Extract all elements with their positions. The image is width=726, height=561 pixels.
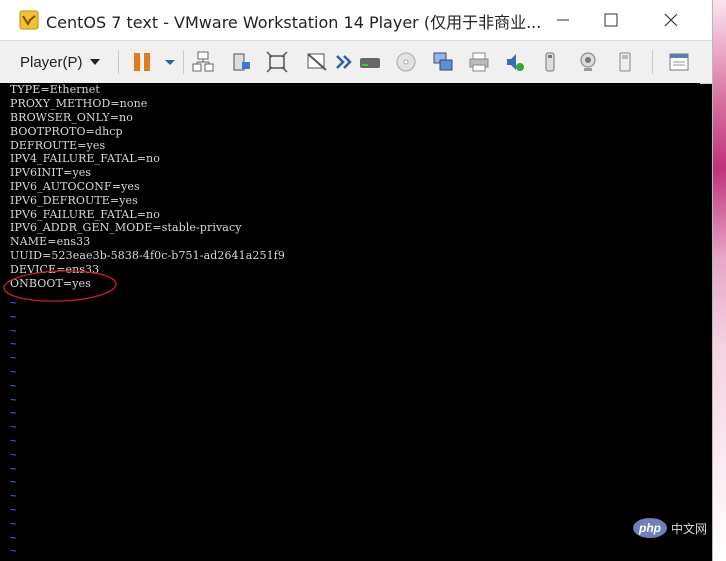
player-menu-label: Player(P): [20, 53, 83, 71]
vim-tilde-line: ~: [10, 323, 17, 337]
vim-tilde-line: ~: [10, 475, 17, 489]
file-line: IPV6_FAILURE_FATAL=no: [10, 208, 160, 221]
file-line: BOOTPROTO=dhcp: [10, 125, 123, 138]
sound-icon[interactable]: [503, 50, 527, 74]
cd-drive-icon[interactable]: [394, 50, 418, 74]
close-icon: [664, 13, 678, 27]
printer-icon[interactable]: [467, 50, 491, 74]
title-bar: CentOS 7 text - VMware Workstation 14 Pl…: [0, 0, 712, 40]
vim-tilde-line: ~: [10, 378, 17, 392]
php-logo: php: [633, 518, 667, 538]
toolbar-separator: [652, 50, 653, 74]
unity-icon[interactable]: [305, 50, 329, 74]
toolbar-separator: [183, 50, 184, 74]
file-line: DEVICE=ens33: [10, 263, 100, 276]
file-line: DEFROUTE=yes: [10, 139, 106, 152]
file-line: BROWSER_ONLY=no: [10, 111, 133, 124]
vm-console-screen[interactable]: TYPE=Ethernet PROXY_METHOD=none BROWSER_…: [0, 83, 700, 561]
close-button[interactable]: [656, 6, 686, 34]
vim-tilde-line: ~: [10, 406, 17, 420]
camera-icon[interactable]: [576, 50, 600, 74]
file-line: TYPE=Ethernet: [10, 83, 100, 96]
pause-icon[interactable]: [131, 50, 155, 74]
window-title: CentOS 7 text - VMware Workstation 14 Pl…: [46, 13, 542, 32]
file-line: IPV6INIT=yes: [10, 166, 92, 179]
removable-devices-icon[interactable]: [230, 50, 254, 74]
vim-tilde-line: ~: [10, 489, 17, 503]
vim-tilde-line: ~: [10, 420, 17, 434]
usb-icon[interactable]: [538, 50, 562, 74]
fullscreen-icon[interactable]: [265, 50, 289, 74]
watermark-text: 中文网: [671, 521, 708, 536]
file-line: IPV6_AUTOCONF=yes: [10, 180, 140, 193]
minimize-icon: [557, 19, 569, 21]
toolbar: Player(P): [0, 40, 712, 84]
vim-tilde-line: ~: [10, 530, 17, 544]
chevron-down-icon: [89, 59, 100, 65]
vim-tilde-line: ~: [10, 309, 17, 323]
maximize-button[interactable]: [596, 6, 626, 34]
vim-tilde-line: ~: [10, 516, 17, 530]
hard-disk-icon[interactable]: [358, 50, 382, 74]
forward-arrows-icon[interactable]: [332, 50, 356, 74]
vim-tilde-line: ~: [10, 365, 17, 378]
php-watermark: php 中文网: [633, 518, 707, 538]
vim-tilde-line: ~: [10, 503, 17, 516]
vmware-player-window: CentOS 7 text - VMware Workstation 14 Pl…: [0, 0, 713, 561]
network-send-ctrl-alt-del-icon[interactable]: [191, 50, 215, 74]
vim-tilde-line: ~: [10, 447, 17, 461]
vim-tilde-line: ~: [10, 392, 17, 406]
vim-tilde-line: ~: [10, 544, 17, 558]
file-line: NAME=ens33: [10, 235, 91, 248]
vim-tilde-line: ~: [10, 351, 17, 365]
vim-tilde-line: ~: [10, 296, 17, 309]
toolbar-separator: [118, 50, 119, 74]
maximize-icon: [604, 13, 618, 27]
minimize-button[interactable]: [548, 6, 578, 34]
message-log-icon[interactable]: [667, 50, 691, 74]
file-line: IPV4_FAILURE_FATAL=no: [10, 152, 160, 165]
vim-tilde-line: ~: [10, 337, 17, 351]
file-line: UUID=523eae3b-5838-4f0c-b751-ad2641a251f…: [10, 249, 285, 262]
dropdown-arrow-icon[interactable]: [158, 50, 182, 74]
usb-stick-icon[interactable]: [613, 50, 637, 74]
file-line: PROXY_METHOD=none: [10, 97, 148, 110]
file-line-onboot: ONBOOT=yes: [10, 277, 91, 290]
file-line: IPV6_DEFROUTE=yes: [10, 194, 138, 207]
vim-tilde-line: ~: [10, 434, 17, 447]
vim-tilde-line: ~: [10, 461, 17, 475]
network-adapter-icon[interactable]: [431, 50, 455, 74]
player-menu-button[interactable]: Player(P): [20, 51, 100, 73]
vmware-app-icon: [19, 10, 39, 30]
file-line: IPV6_ADDR_GEN_MODE=stable-privacy: [10, 221, 242, 234]
